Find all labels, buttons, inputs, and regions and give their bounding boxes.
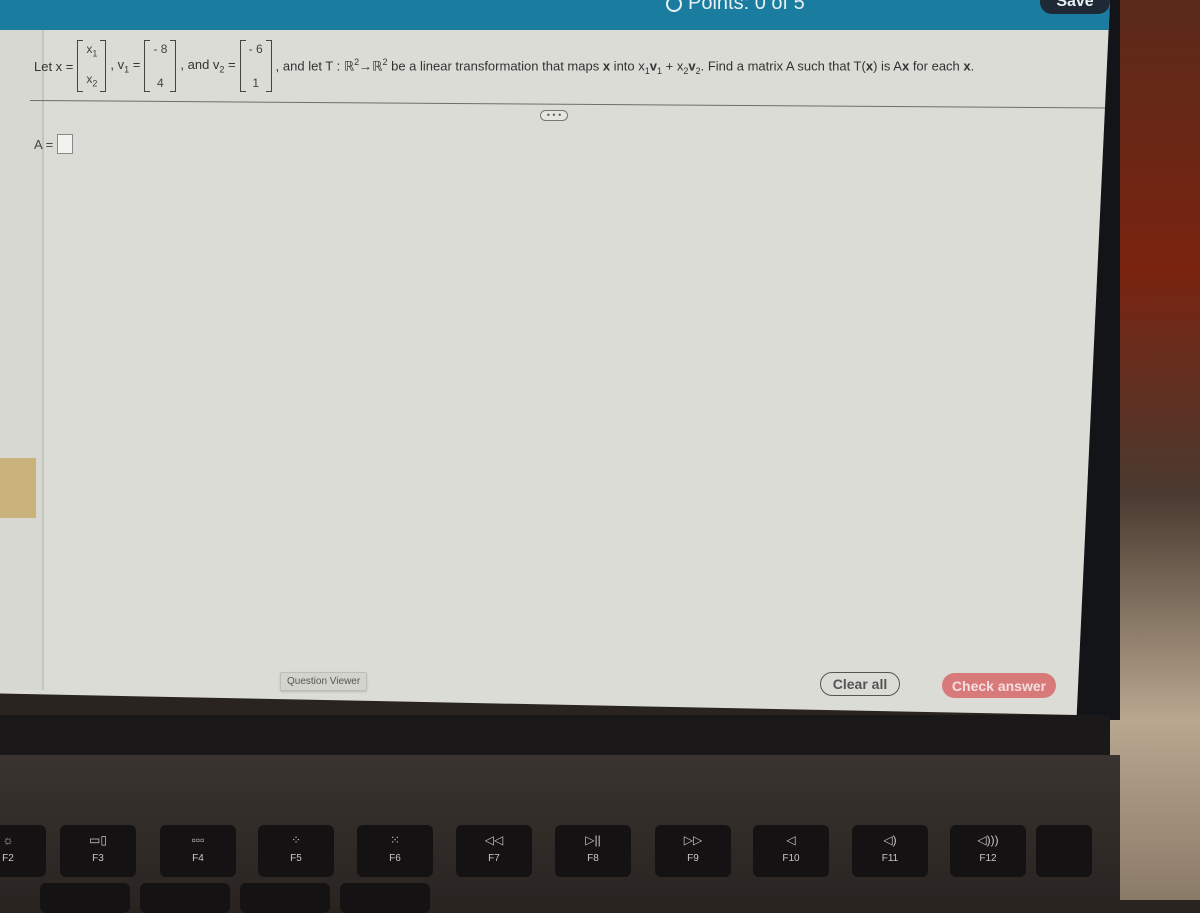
v2-entry-2: 1 xyxy=(252,76,259,90)
key-f3[interactable]: ▭▯ F3 xyxy=(60,825,136,877)
let-x-label: Let x = xyxy=(34,58,74,74)
v1-entry-2: 4 xyxy=(157,76,164,90)
matrix-answer-input[interactable] xyxy=(57,134,74,154)
laptop-screen: Points: 0 of 5 Save Let x = x1 x2 , v1 =… xyxy=(0,0,1110,715)
fast-forward-icon: ▷▷ xyxy=(683,833,703,847)
points-indicator: Points: 0 of 5 xyxy=(666,0,805,15)
play-pause-icon: ▷|| xyxy=(585,833,601,847)
top-bar: Points: 0 of 5 Save xyxy=(0,0,1110,30)
key-f9[interactable]: ▷▷ F9 xyxy=(655,825,731,877)
mission-control-icon: ▭▯ xyxy=(89,833,107,847)
volume-down-icon: ◁) xyxy=(883,833,897,847)
volume-up-icon: ◁))) xyxy=(977,833,999,847)
key-f6[interactable]: ⁙ F6 xyxy=(357,825,433,877)
v1-entry-1: - 8 xyxy=(153,42,168,56)
x-entry-1: x1 xyxy=(86,42,98,59)
v2-entry-1: - 6 xyxy=(248,42,263,56)
key-row-2[interactable] xyxy=(240,883,330,913)
mute-icon: ◁ xyxy=(786,833,796,847)
left-sidebar-strip xyxy=(0,30,44,690)
x-vector-matrix: x1 x2 xyxy=(77,40,107,92)
key-f10[interactable]: ◁ F10 xyxy=(753,825,829,877)
key-row-2[interactable] xyxy=(340,883,430,913)
launchpad-icon: ▫▫▫ xyxy=(191,833,205,847)
question-content: Let x = x1 x2 , v1 = - 8 4 , and v2 = - … xyxy=(0,30,1110,715)
key-row-2[interactable] xyxy=(140,883,230,913)
background-fabric xyxy=(1110,0,1200,900)
answer-label: A = xyxy=(34,136,54,152)
x-entry-2: x2 xyxy=(86,71,98,88)
key-power[interactable] xyxy=(1036,825,1092,877)
points-label: Points: 0 of 5 xyxy=(688,0,805,14)
keyboard-light-up-icon: ⁙ xyxy=(389,833,401,847)
question-viewer-tab[interactable]: Question Viewer xyxy=(280,672,368,691)
v1-vector-matrix: - 8 4 xyxy=(144,40,177,92)
keyboard-light-down-icon: ⁘ xyxy=(290,833,302,847)
v1-label: , v1 = xyxy=(110,57,141,75)
key-f5[interactable]: ⁘ F5 xyxy=(258,825,334,877)
save-button[interactable]: Save xyxy=(1040,0,1110,14)
transformation-statement: , and let T : ℝ2→ℝ2 be a linear transfor… xyxy=(275,56,975,76)
brightness-up-icon: ☼ xyxy=(2,833,14,847)
laptop-bottom-bezel xyxy=(0,715,1110,755)
answer-row: A = xyxy=(34,134,74,154)
question-divider xyxy=(29,100,1110,109)
key-f2[interactable]: ☼ F2 xyxy=(0,825,46,877)
key-row-2[interactable] xyxy=(40,883,130,913)
key-f8[interactable]: ▷|| F8 xyxy=(555,825,631,877)
question-text: Let x = x1 x2 , v1 = - 8 4 , and v2 = - … xyxy=(32,40,976,92)
points-circle-icon xyxy=(666,0,682,12)
key-f11[interactable]: ◁) F11 xyxy=(852,825,928,877)
rewind-icon: ◁◁ xyxy=(484,833,504,847)
expand-more-button[interactable]: • • • xyxy=(540,110,568,121)
keyboard: ☼ F2 ▭▯ F3 ▫▫▫ F4 ⁘ F5 ⁙ F6 ◁◁ F7 ▷|| F8… xyxy=(0,755,1120,913)
key-f7[interactable]: ◁◁ F7 xyxy=(456,825,532,877)
key-f12[interactable]: ◁))) F12 xyxy=(950,825,1026,877)
key-f4[interactable]: ▫▫▫ F4 xyxy=(160,825,236,877)
check-answer-button[interactable]: Check answer xyxy=(942,673,1056,698)
sidebar-highlight xyxy=(0,458,36,518)
clear-all-button[interactable]: Clear all xyxy=(820,672,900,696)
v2-label: , and v2 = xyxy=(180,57,236,75)
v2-vector-matrix: - 6 1 xyxy=(239,40,272,92)
